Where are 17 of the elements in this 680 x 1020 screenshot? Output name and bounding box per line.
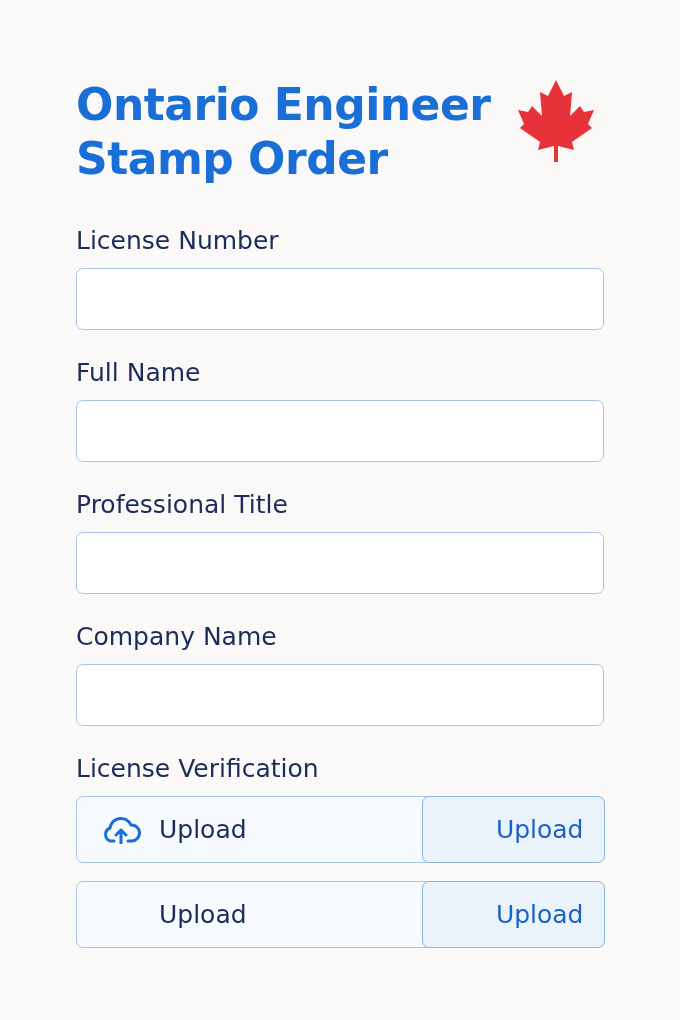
field-label: License Number — [76, 226, 280, 256]
section-label: License Verification — [76, 754, 320, 784]
upload-text: Upload — [159, 815, 248, 844]
upload-button[interactable]: Upload — [421, 796, 605, 863]
file-upload-field[interactable]: Upload Upload — [76, 881, 604, 948]
upload-text: Upload — [159, 900, 248, 929]
field-label: Full Name — [76, 358, 202, 388]
upload-button[interactable]: Upload — [421, 881, 605, 948]
input-field[interactable] — [76, 400, 604, 462]
field-label: Company Name — [76, 622, 278, 652]
form-title: Ontario Engineer Stamp Order — [76, 78, 492, 186]
input-field[interactable] — [76, 532, 604, 594]
maple-leaf-icon — [518, 80, 594, 162]
file-upload-field[interactable]: Upload Upload — [76, 796, 604, 863]
input-field[interactable] — [76, 664, 604, 726]
input-field[interactable] — [76, 268, 604, 330]
field-label: Professional Title — [76, 490, 289, 520]
